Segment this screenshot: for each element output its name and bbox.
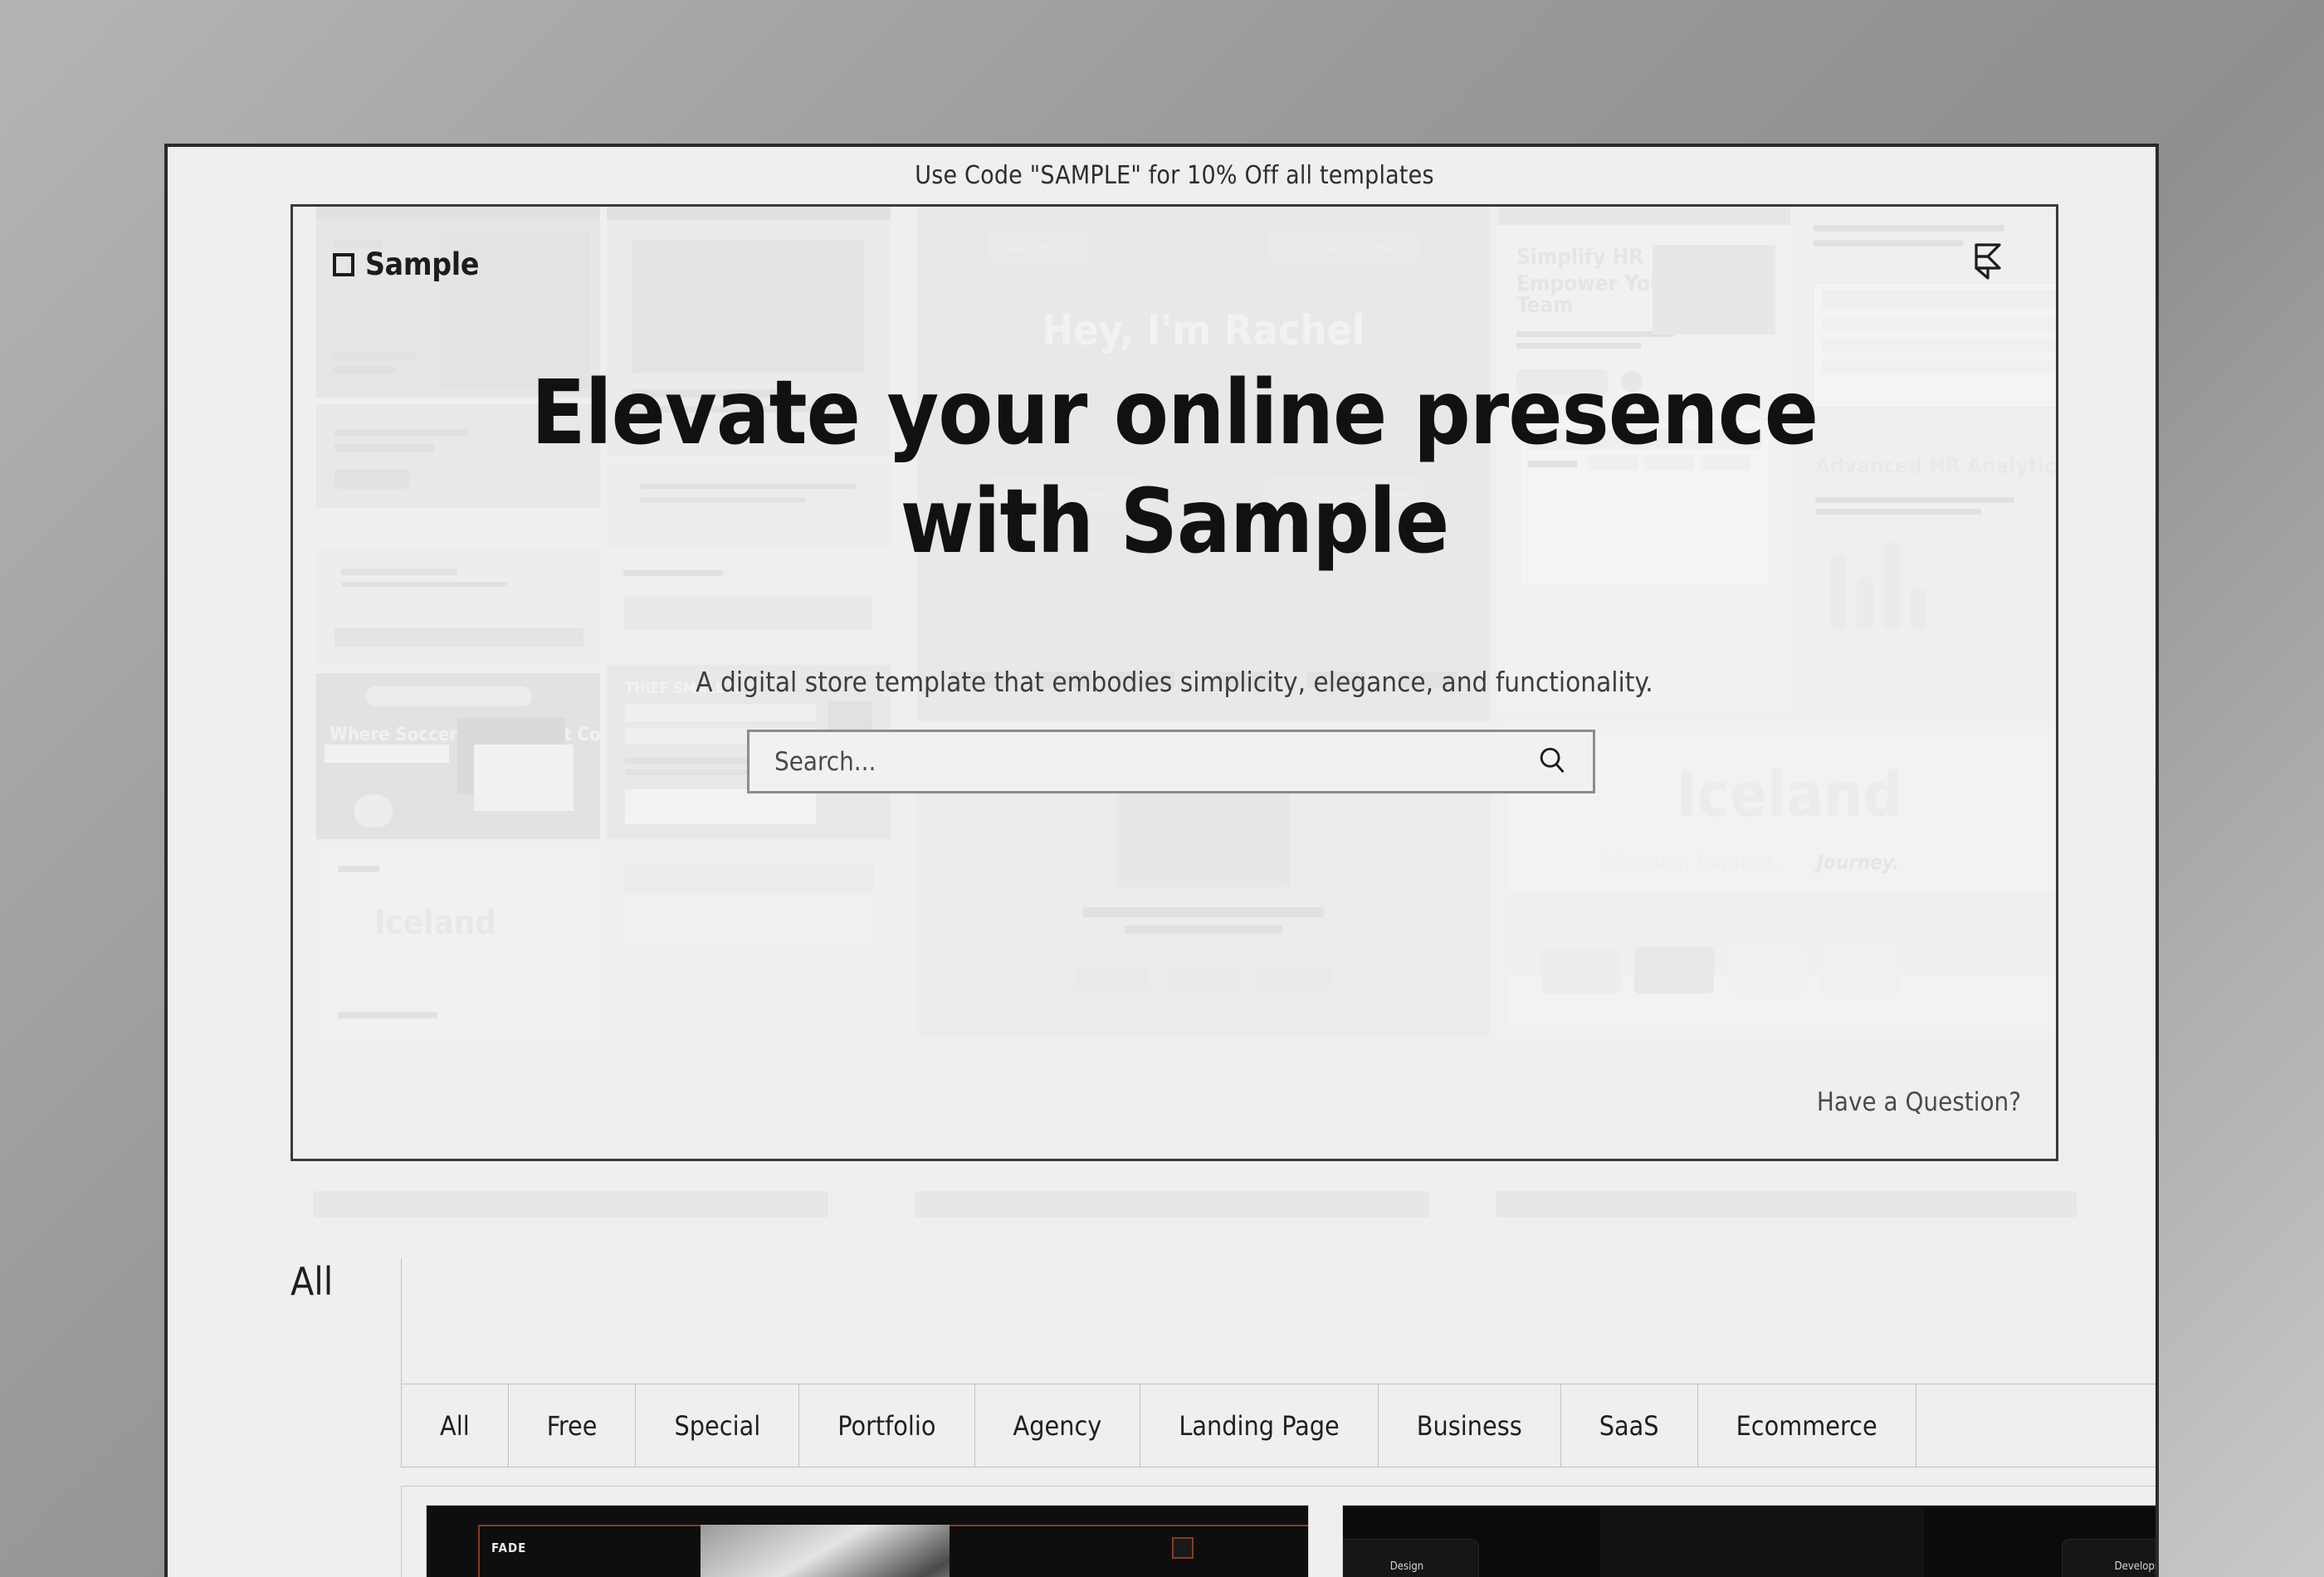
tab-label: Special: [674, 1409, 761, 1442]
brand-logo[interactable]: Sample: [333, 247, 479, 282]
template-card-preview: FADE Commerce Welcome To FADE CHANGE BY …: [427, 1506, 1308, 1577]
tab-special[interactable]: Special: [636, 1384, 800, 1467]
tab-agency[interactable]: Agency: [974, 1384, 1141, 1467]
tab-ecommerce[interactable]: Ecommerce: [1697, 1384, 1916, 1467]
tab-label: Ecommerce: [1736, 1409, 1877, 1442]
hero-heading-line-2: with Sample: [900, 471, 1450, 574]
browser-viewport: Use Code "SAMPLE" for 10% Off all templa…: [164, 144, 2159, 1577]
fade-photo-1: CHANGE BY DESIGN: [701, 1525, 950, 1577]
section-title: All: [290, 1259, 334, 1304]
pill-development: Development: [2062, 1539, 2156, 1577]
pill-label: Design: [1389, 1560, 1424, 1573]
tab-landing-page[interactable]: Landing Page: [1140, 1384, 1379, 1467]
brand-name: Sample: [365, 247, 480, 282]
have-a-question-link[interactable]: Have a Question?: [1817, 1087, 2021, 1117]
hero-section: FADE Where Soccer's Hear: [290, 207, 2058, 1161]
promo-banner[interactable]: Use Code "SAMPLE" for 10% Off all templa…: [290, 147, 2058, 207]
category-tabs[interactable]: All Free Special Portfolio Agency Landin…: [401, 1384, 2156, 1467]
template-card-fade[interactable]: FADE Commerce Welcome To FADE CHANGE BY …: [426, 1505, 1309, 1577]
tab-label: Free: [546, 1409, 598, 1442]
tab-label: Landing Page: [1179, 1409, 1340, 1442]
tab-business[interactable]: Business: [1378, 1384, 1561, 1467]
tab-label: Agency: [1013, 1409, 1102, 1442]
framer-logo-icon[interactable]: [1971, 243, 2004, 283]
tab-free[interactable]: Free: [508, 1384, 637, 1467]
template-grid: FADE Commerce Welcome To FADE CHANGE BY …: [401, 1486, 2156, 1577]
tabs-left-divider: [401, 1259, 402, 1384]
page-content: Use Code "SAMPLE" for 10% Off all templa…: [229, 147, 2100, 1577]
search-input[interactable]: Search...: [774, 747, 1536, 777]
search-icon[interactable]: [1536, 745, 1568, 779]
hero-heading-line-1: Elevate your online presence: [530, 362, 1819, 465]
rachel-center-panel: [1600, 1506, 1924, 1577]
tab-label: Business: [1416, 1409, 1522, 1442]
search-bar[interactable]: Search...: [747, 730, 1595, 793]
promo-banner-text: Use Code "SAMPLE" for 10% Off all templa…: [915, 161, 1434, 190]
fade-logo-text: FADE: [491, 1540, 527, 1555]
tab-all[interactable]: All: [402, 1384, 509, 1467]
pill-design: Design: [1343, 1539, 1479, 1577]
hero-foreground: Sample Elevate your online presence with…: [293, 207, 2056, 1159]
tab-label: All: [440, 1409, 470, 1442]
tab-label: SaaS: [1599, 1409, 1659, 1442]
page-title: Elevate your online presence with Sample: [293, 369, 2056, 567]
pill-label: Development: [2114, 1560, 2156, 1573]
square-outline-icon: [333, 252, 354, 276]
tab-portfolio[interactable]: Portfolio: [799, 1384, 975, 1467]
tab-label: Portfolio: [837, 1409, 936, 1442]
template-card-rachel[interactable]: Design Development Hey, I'm Rachel: [1342, 1505, 2156, 1577]
hero-subtitle: A digital store template that embodies s…: [696, 666, 1653, 698]
template-card-preview: Design Development Hey, I'm Rachel: [1343, 1506, 2156, 1577]
menu-square-icon: [1172, 1537, 1194, 1559]
section-header: All: [290, 1259, 2058, 1304]
tab-saas[interactable]: SaaS: [1560, 1384, 1698, 1467]
collage-continuation-bars: [290, 1191, 2077, 1224]
